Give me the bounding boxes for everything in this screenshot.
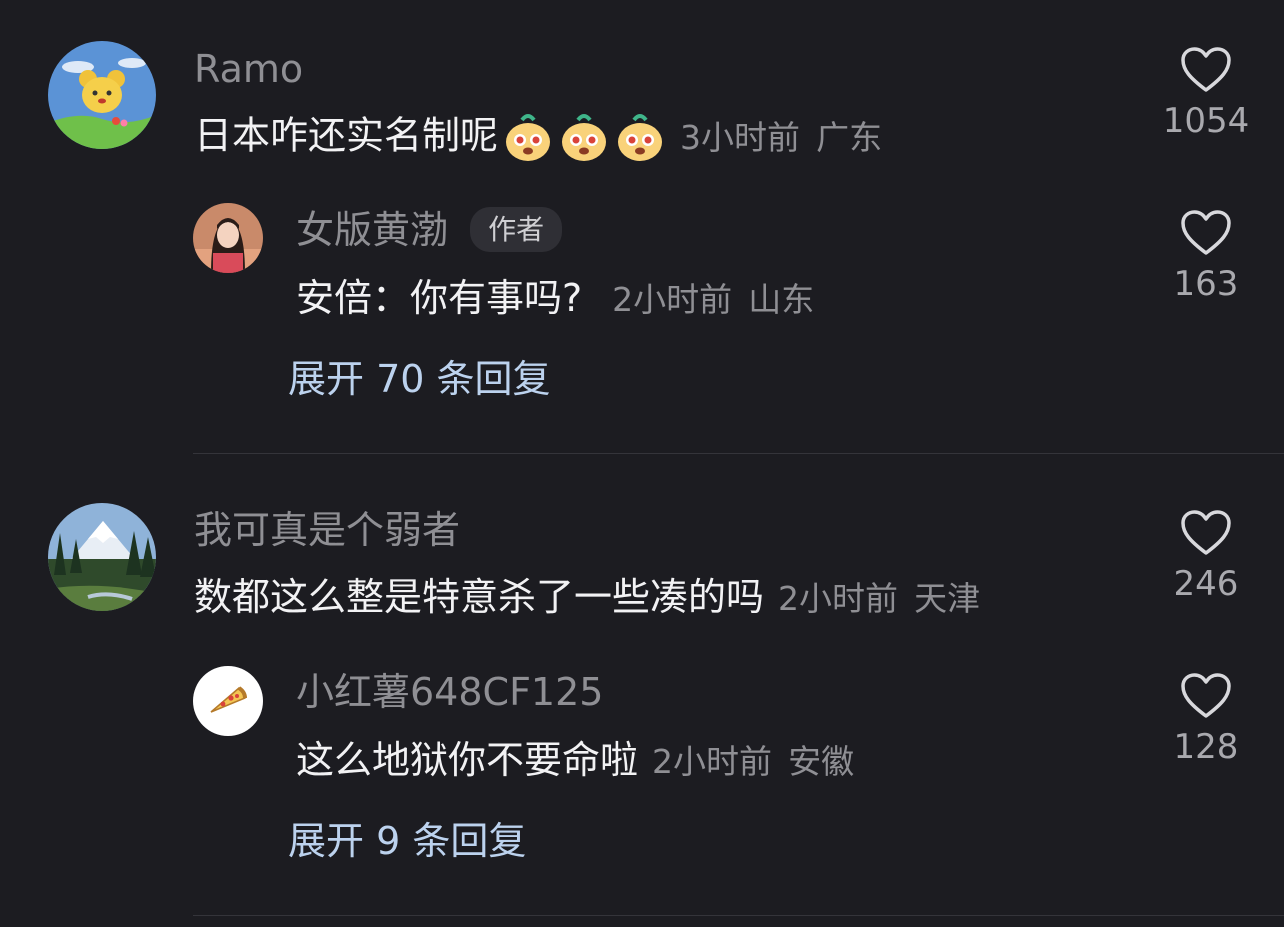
girl-avatar [193, 203, 263, 273]
reply-text: 这么地狱你不要命啦 [296, 738, 639, 782]
avatar-user-2[interactable] [48, 503, 156, 611]
heart-outline-icon [1181, 210, 1231, 255]
cartoon-bear-avatar [48, 41, 156, 149]
comment-text: 日本咋还实名制呢 [194, 113, 499, 158]
author-badge: 作者 [470, 207, 563, 252]
divider [193, 453, 1284, 454]
divider [193, 915, 1284, 916]
avatar-ramo[interactable] [48, 41, 156, 149]
heart-outline-icon [1181, 47, 1231, 92]
comment-text-row[interactable]: 日本咋还实名制呢 3小时前 广东 [194, 112, 882, 164]
reply-username-row: 女版黄渤 作者 [296, 207, 563, 253]
like-count: 1054 [1162, 101, 1250, 141]
like-count: 128 [1173, 727, 1239, 767]
puppy-emoji-icon [562, 114, 607, 161]
expand-replies-button[interactable]: 展开 70 条回复 [288, 356, 551, 402]
expand-replies-button[interactable]: 展开 9 条回复 [288, 818, 526, 864]
comment-location: 天津 [914, 579, 981, 618]
heart-outline-icon [1181, 510, 1231, 555]
reply-location: 安徽 [788, 742, 855, 781]
like-count: 163 [1173, 264, 1239, 304]
puppy-emoji-icon [506, 114, 551, 161]
comment-username[interactable]: 我可真是个弱者 [194, 507, 460, 553]
puppy-emoji-icon [618, 114, 663, 161]
reply-text-row[interactable]: 这么地狱你不要命啦 2小时前 安徽 [296, 737, 854, 785]
like-button[interactable]: 246 [1161, 509, 1251, 605]
reply-username[interactable]: 小红薯648CF125 [296, 669, 603, 715]
reply-time: 2小时前 [652, 742, 773, 781]
mountain-landscape-avatar [48, 503, 156, 611]
comment-username[interactable]: Ramo [194, 46, 303, 92]
comment-time: 3小时前 [680, 117, 801, 157]
heart-outline-icon [1181, 673, 1231, 718]
pizza-icon [210, 686, 247, 713]
reply-text: 安倍：你有事吗? [296, 276, 583, 320]
like-button[interactable]: 1054 [1161, 46, 1251, 142]
comment-text-row[interactable]: 数都这么整是特意杀了一些凑的吗 2小时前 天津 [194, 574, 980, 622]
reply-like-button[interactable]: 163 [1161, 209, 1251, 305]
reply-text-row[interactable]: 安倍：你有事吗? 2小时前 山东 [296, 275, 814, 323]
like-count: 246 [1173, 564, 1239, 604]
comment-time: 2小时前 [778, 579, 899, 618]
reply-like-button[interactable]: 128 [1161, 672, 1251, 768]
reply-location: 山东 [748, 280, 815, 319]
reply-time: 2小时前 [612, 280, 733, 319]
avatar-reply-author[interactable] [193, 203, 263, 273]
comment-text: 数都这么整是特意杀了一些凑的吗 [194, 575, 765, 619]
avatar-reply-user[interactable] [193, 666, 263, 736]
comment-location: 广东 [816, 117, 883, 157]
emoji-row [498, 114, 666, 161]
reply-username[interactable]: 女版黄渤 [296, 208, 448, 252]
